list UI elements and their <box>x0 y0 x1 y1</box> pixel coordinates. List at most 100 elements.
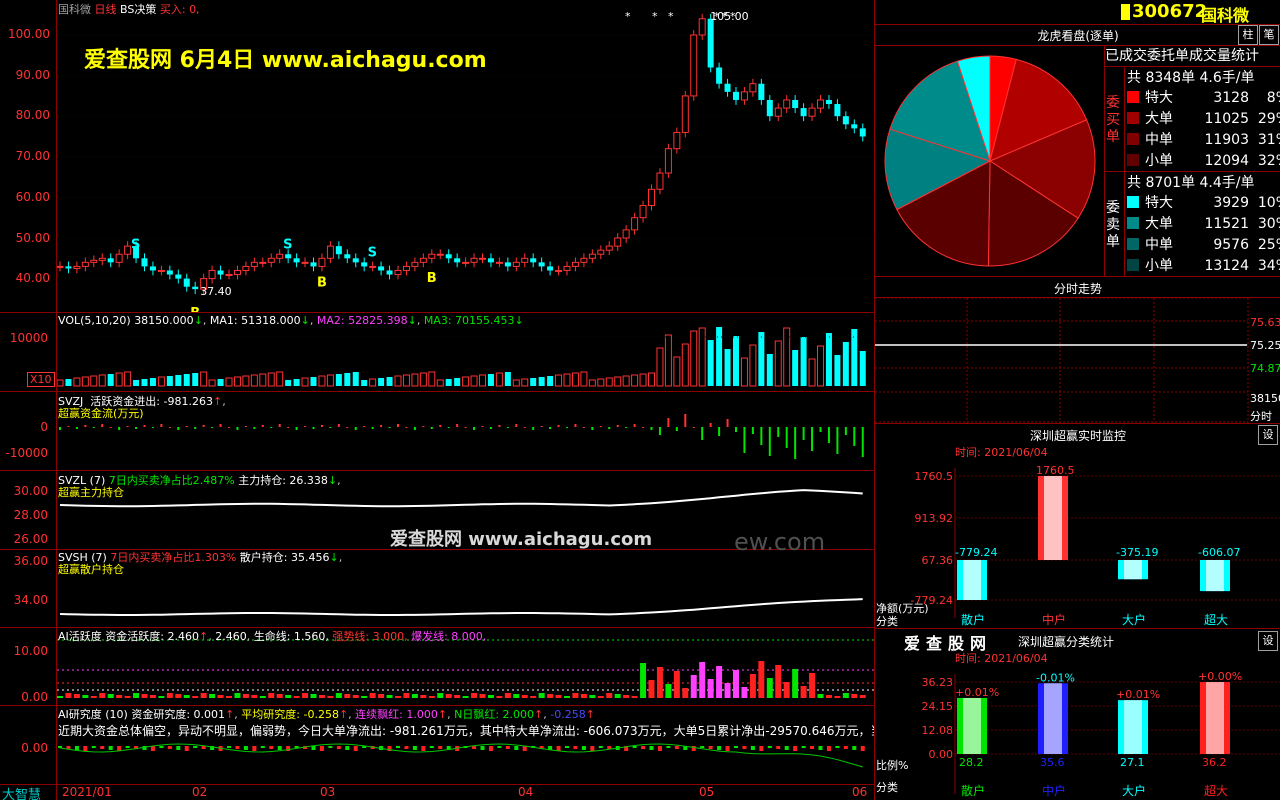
svsh-panel[interactable]: SVSH (7) 7日内买卖净占比1.303% 散户持仓: 35.456↓, 超… <box>0 528 875 627</box>
stats-value: 3929 <box>1213 195 1249 211</box>
flow-bar <box>312 427 315 429</box>
flow-bar <box>794 427 797 459</box>
stats-pct: 29% <box>1257 111 1280 127</box>
flow-bar <box>515 424 518 427</box>
research-bar <box>243 746 248 750</box>
ai-bar <box>428 696 435 698</box>
monitor-bar-shine <box>1206 560 1224 592</box>
monitor-bar-shine <box>963 560 981 600</box>
star-marker: * <box>714 10 720 23</box>
y-axis-line <box>56 0 57 800</box>
flow-bar <box>177 427 180 430</box>
vol-bar <box>673 356 681 387</box>
vol-bar <box>141 379 148 386</box>
candle-body <box>250 261 258 267</box>
candle-body <box>740 91 748 101</box>
flow-bar <box>557 425 560 427</box>
vol-bar <box>149 378 156 386</box>
flow-bar <box>160 424 163 427</box>
candle-body <box>454 258 461 263</box>
candle-body <box>664 148 672 174</box>
candle-body <box>555 269 563 272</box>
ai-bar <box>471 693 478 698</box>
vol-bar <box>495 372 503 387</box>
flow-bar <box>540 426 543 427</box>
research-bar <box>421 746 426 751</box>
vol-bar <box>504 372 511 386</box>
vol-bar <box>639 373 647 387</box>
stats-row: 小单 13124 34% <box>1127 255 1280 275</box>
intraday-chart[interactable] <box>875 298 1280 423</box>
vol-bar <box>250 374 258 387</box>
monitor-bar-label: -375.19 <box>1116 546 1158 559</box>
stats-pct: 10% <box>1257 195 1280 211</box>
candle-body <box>107 258 114 263</box>
ai-bar <box>285 695 292 698</box>
stats-label: 小单 <box>1145 258 1173 274</box>
flow-bar <box>616 425 619 427</box>
intraday-vol-label: 分时 <box>1250 410 1272 423</box>
vol-bar <box>115 372 123 387</box>
research-bar <box>58 746 62 748</box>
color-swatch <box>1127 91 1139 103</box>
research-bar <box>818 746 823 750</box>
vol-bar <box>175 375 182 386</box>
vol-bar <box>563 373 571 387</box>
candle-body <box>242 265 250 271</box>
vol-bar <box>242 375 250 387</box>
monitor-settings-button[interactable]: 设 <box>1258 425 1278 445</box>
vol-bar <box>664 334 672 387</box>
candle-body <box>690 34 698 97</box>
class-settings-button[interactable]: 设 <box>1258 631 1278 651</box>
stats-value: 11903 <box>1204 132 1249 148</box>
ai-bar <box>209 694 216 698</box>
sell-signal: S <box>283 237 292 252</box>
ai-bar <box>809 673 816 698</box>
ai-bar <box>276 694 283 698</box>
class-delta: +0.01% <box>955 686 999 699</box>
stats-title: 已成交委托单成交量统计 <box>1105 48 1259 64</box>
vol-bar <box>547 376 554 386</box>
candle-body <box>631 217 639 231</box>
ai-bar <box>302 693 309 698</box>
vol-bar <box>133 380 140 386</box>
kline-panel[interactable]: 国科微 日线 BS决策 买入: 0, 爱查股网 6月4日 www.aichagu… <box>0 0 875 312</box>
stats-value: 11521 <box>1204 216 1249 232</box>
candle-body <box>259 261 267 264</box>
ai-bar <box>420 695 427 698</box>
monitor-category: 散户 <box>961 612 985 627</box>
candle-body <box>56 265 64 268</box>
divider <box>875 276 1280 277</box>
price-tick: 100.00 <box>8 27 50 41</box>
flow-bar <box>194 427 197 429</box>
svzl-axis-0: 30.00 <box>13 484 48 498</box>
candle-body <box>588 253 596 259</box>
research-panel[interactable]: AI研究度 (10) 资金研究度: 0.001↑, 平均研究度: -0.258↑… <box>0 706 875 784</box>
research-bar <box>750 746 755 750</box>
sell-signal: S <box>368 245 377 260</box>
vol-panel[interactable]: VOL(5,10,20) 38150.000↓, MA1: 51318.000↓… <box>0 313 875 391</box>
flow-bar <box>447 427 450 428</box>
vol-bar <box>749 344 757 387</box>
price-tick: 40.00 <box>15 271 50 285</box>
research-bar <box>852 746 857 750</box>
ai-activity: 资金活跃度: 2.460 <box>105 630 199 643</box>
ai-bar <box>217 695 224 698</box>
ai-bar <box>242 694 249 698</box>
star-marker: * <box>625 10 631 23</box>
price-tick: 70.00 <box>15 149 50 163</box>
svsh-axis-0: 36.00 <box>13 554 48 568</box>
candle-body <box>318 257 326 267</box>
ai-panel[interactable]: AI活跃度 资金活跃度: 2.460↑, 2.460, 生命线: 1.560, … <box>0 628 875 705</box>
research-bar <box>657 746 662 751</box>
vol-bar <box>656 347 664 387</box>
ai-bar <box>149 695 156 698</box>
flow-bar <box>253 427 256 429</box>
kline-chart[interactable]: SSSBBB37.40105.00****** <box>0 0 875 312</box>
candle-body <box>538 262 545 267</box>
candle-body <box>487 258 494 263</box>
svzj-panel[interactable]: SVZJ 活跃资金进出: -981.263↑, 超赢资金流(万元) 0 -100… <box>0 392 875 470</box>
ai-bar <box>318 695 325 698</box>
vol-bar <box>301 377 309 387</box>
class-axis-tick: 0.00 <box>929 748 954 761</box>
